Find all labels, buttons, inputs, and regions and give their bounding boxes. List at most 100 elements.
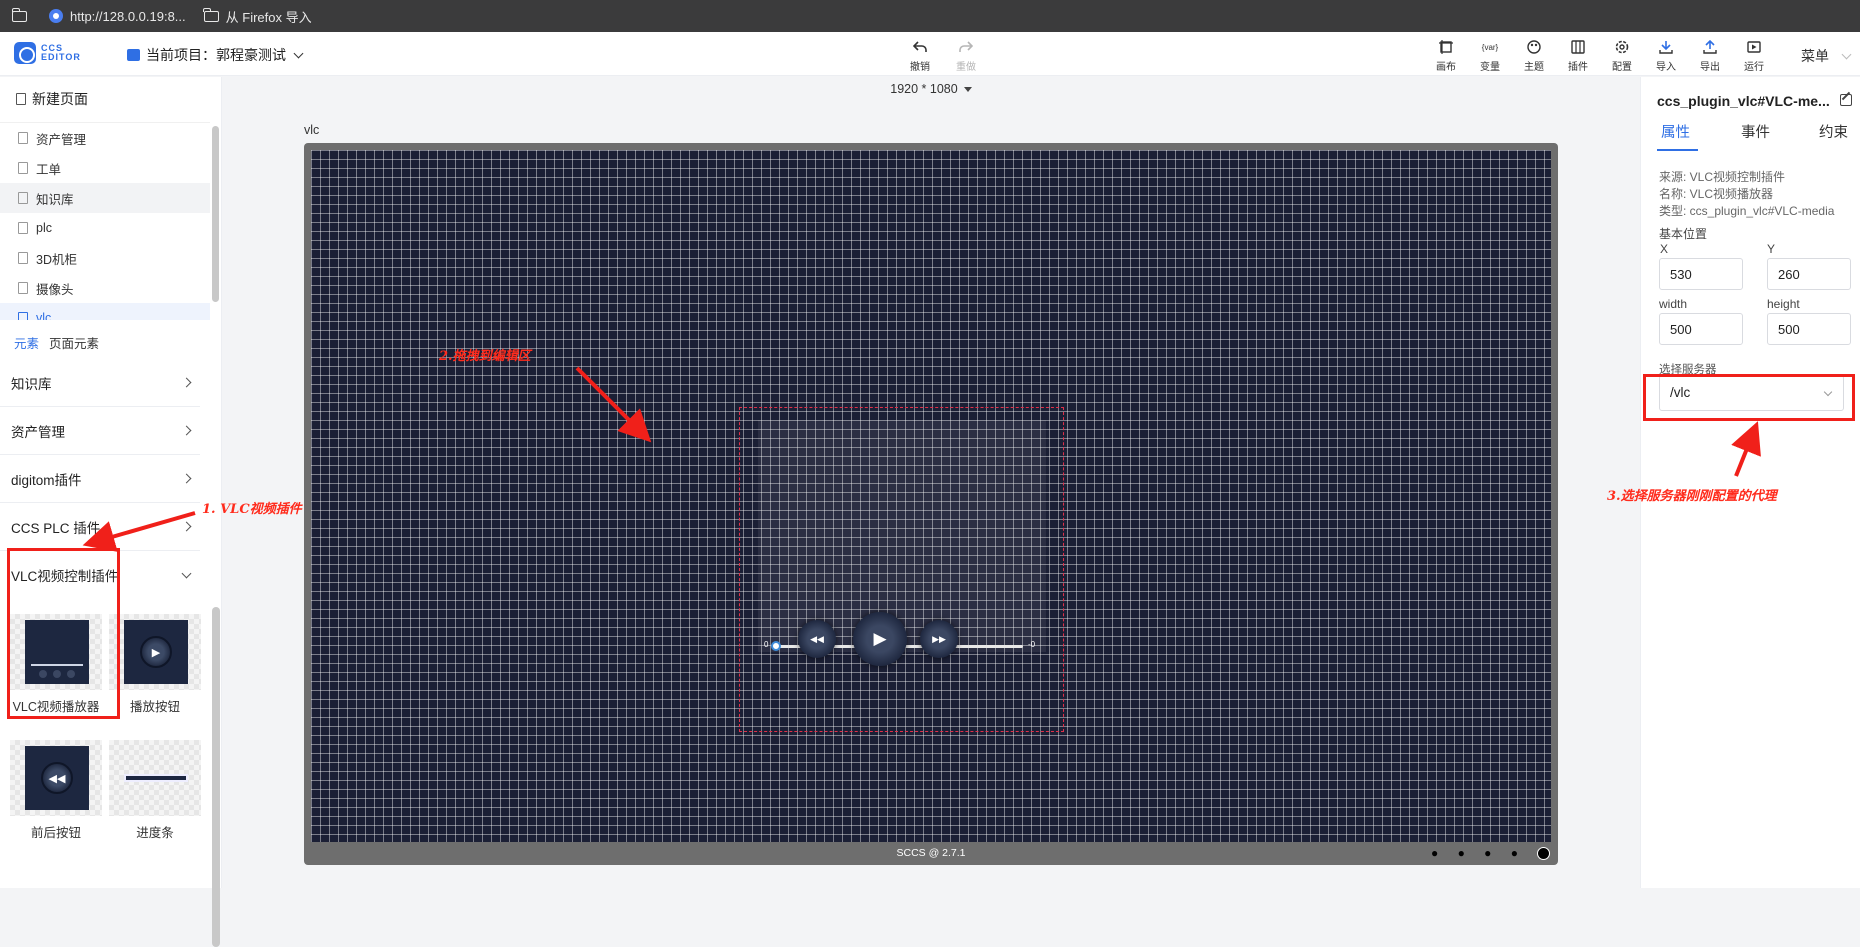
project-label: 当前项目：郭程豪测试: [146, 47, 286, 63]
category-knowledge[interactable]: 知识库: [0, 359, 200, 407]
play-button[interactable]: ▶: [853, 612, 907, 666]
y-label: Y: [1767, 242, 1776, 256]
y-input[interactable]: 260: [1767, 258, 1851, 290]
redo-button[interactable]: 重做: [952, 39, 980, 73]
page-icon: [18, 312, 28, 320]
import-icon: [1658, 39, 1674, 55]
undo-button[interactable]: 撤销: [906, 39, 934, 73]
config-icon: [1614, 39, 1630, 55]
annotation-box-server-select: [1643, 374, 1855, 421]
canvas-button[interactable]: 画布: [1432, 39, 1460, 73]
tab-page-elements[interactable]: 页面元素: [49, 333, 99, 352]
resolution-label: 1920 * 1080: [890, 82, 958, 96]
component-play-button[interactable]: ▶ 播放按钮: [109, 614, 201, 715]
annotation-box-vlc-component: [7, 548, 120, 719]
page-item-label: 资产管理: [36, 132, 87, 147]
canvas-grid[interactable]: 0 -0 ◀◀ ▶ ▶▶: [311, 150, 1551, 842]
annotation-step1: 1. VLC视频插件: [202, 502, 302, 517]
bookmark-firefox-import[interactable]: 从 Firefox 导入: [203, 0, 312, 32]
vlc-player-widget[interactable]: 0 -0 ◀◀ ▶ ▶▶: [739, 407, 1064, 732]
page-item-assets[interactable]: 资产管理: [0, 123, 210, 153]
progress-knob[interactable]: [771, 641, 781, 651]
component-progress-bar[interactable]: 进度条: [109, 740, 201, 841]
category-digitom[interactable]: digitom插件: [0, 455, 200, 503]
tab-properties[interactable]: 属性: [1661, 121, 1690, 142]
page-item-workorder[interactable]: 工单: [0, 153, 210, 183]
page-item-camera[interactable]: 摄像头: [0, 273, 210, 303]
page-item-3d-cabinet[interactable]: 3D机柜: [0, 243, 210, 273]
page-list-scrollbar[interactable]: [212, 126, 219, 302]
page-item-label: 工单: [36, 162, 62, 177]
variable-icon: {var}: [1481, 42, 1499, 52]
project-selector[interactable]: 当前项目：郭程豪测试: [127, 45, 304, 65]
canvas-icon: [1438, 39, 1454, 55]
x-input[interactable]: 530: [1659, 258, 1743, 290]
category-label: CCS PLC 插件: [11, 520, 101, 536]
annotation-step2: 2.拖拽到编辑区: [439, 349, 531, 364]
seek-buttons-thumbnail: ◀◀: [10, 740, 102, 816]
tab-events[interactable]: 事件: [1741, 121, 1770, 142]
bookmark-url: http://128.0.0.19:8...: [70, 8, 186, 24]
width-input[interactable]: 500: [1659, 313, 1743, 345]
page-list[interactable]: 资产管理 工单 知识库 plc 3D机柜 摄像头 vlc: [0, 122, 210, 320]
component-title: ccs_plugin_vlc#VLC-me...: [1657, 93, 1830, 109]
plugin-button[interactable]: 插件: [1564, 39, 1592, 73]
component-list-scrollbar[interactable]: [212, 607, 220, 947]
page-item-plc[interactable]: plc: [0, 213, 210, 243]
bookmarks-bar: http://128.0.0.19:8... 从 Firefox 导入: [0, 0, 1860, 32]
x-label: X: [1660, 242, 1669, 256]
play-button-preview: ▶: [124, 620, 188, 684]
properties-panel: ccs_plugin_vlc#VLC-me... 属性 事件 约束 来源: VL…: [1640, 77, 1860, 888]
rewind-button[interactable]: ◀◀: [798, 620, 836, 658]
chevron-down-icon: [181, 568, 192, 578]
undo-label: 撤销: [910, 62, 930, 73]
category-ccs-plc[interactable]: CCS PLC 插件: [0, 503, 200, 551]
page-item-label: 知识库: [36, 192, 74, 207]
chevron-right-icon: [181, 473, 192, 484]
main-menu-button[interactable]: 菜单: [1801, 46, 1852, 66]
export-icon: [1702, 39, 1718, 55]
height-input[interactable]: 500: [1767, 313, 1851, 345]
category-assets[interactable]: 资产管理: [0, 407, 200, 455]
bookmark-local-site[interactable]: http://128.0.0.19:8...: [49, 0, 186, 32]
seek-button-preview: ◀◀: [25, 746, 89, 810]
config-button[interactable]: 配置: [1608, 39, 1636, 73]
bookmark-import-label: 从 Firefox 导入: [225, 9, 312, 25]
variable-button[interactable]: {var} 变量: [1476, 39, 1504, 74]
meta-source: 来源: VLC视频控制插件: [1659, 170, 1786, 184]
category-label: digitom插件: [11, 472, 82, 488]
run-label: 运行: [1744, 62, 1764, 73]
new-page-button[interactable]: 新建页面: [16, 89, 88, 109]
page-item-label: plc: [36, 221, 52, 235]
import-button[interactable]: 导入: [1652, 39, 1680, 73]
page-item-knowledge[interactable]: 知识库: [0, 183, 210, 213]
page-item-vlc[interactable]: vlc: [0, 303, 210, 320]
page-item-label: 3D机柜: [36, 252, 77, 267]
new-page-label: 新建页面: [32, 91, 88, 107]
project-icon: [127, 49, 140, 61]
export-button[interactable]: 导出: [1696, 39, 1724, 73]
tab-elements[interactable]: 元素: [14, 333, 39, 352]
play-icon: ▶: [140, 636, 172, 668]
progress-start-time: 0: [764, 640, 769, 649]
theme-button[interactable]: 主题: [1520, 39, 1548, 73]
page-icon: [18, 282, 28, 294]
power-icon[interactable]: [1537, 847, 1550, 860]
page-icon: [18, 222, 28, 234]
pager-dots[interactable]: ● ● ● ●: [1431, 842, 1526, 865]
resolution-selector[interactable]: 1920 * 1080: [223, 82, 1639, 96]
page-item-label: vlc: [36, 311, 52, 320]
left-panel: 新建页面 资产管理 工单 知识库 plc 3D机柜 摄像头 vlc 元素 页面元…: [0, 77, 222, 947]
fast-forward-button[interactable]: ▶▶: [920, 620, 958, 658]
component-seek-buttons[interactable]: ◀◀ 前后按钮: [10, 740, 102, 841]
page-item-label: 摄像头: [36, 282, 74, 297]
edit-icon[interactable]: [1840, 94, 1852, 106]
theme-label: 主题: [1524, 62, 1544, 73]
variable-label: 变量: [1480, 62, 1500, 73]
run-button[interactable]: 运行: [1740, 39, 1768, 73]
editor-workspace: 1920 * 1080 vlc 0 -0 ◀◀ ▶ ▶▶ SCCS @ 2.7.…: [223, 77, 1639, 888]
bookmark-folder[interactable]: [11, 0, 27, 32]
tab-constraints[interactable]: 约束: [1819, 121, 1848, 142]
category-label: 知识库: [11, 376, 52, 392]
chevron-right-icon: [181, 425, 192, 436]
